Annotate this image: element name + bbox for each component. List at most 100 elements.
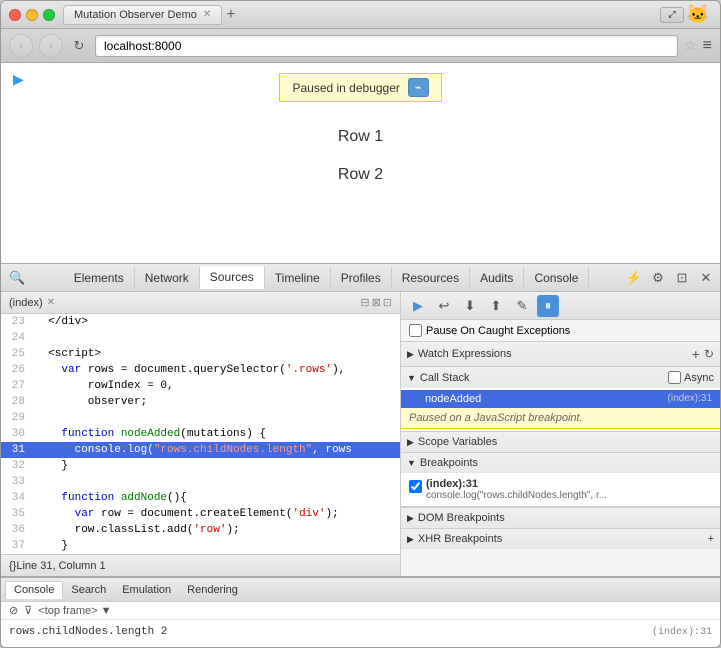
console-toolbar: ⊘ ⊽ <top frame> ▼: [1, 602, 720, 620]
resize-button[interactable]: ⤢: [660, 7, 684, 23]
console-tab-emulation[interactable]: Emulation: [114, 582, 179, 598]
code-line-29: 29: [1, 410, 400, 426]
call-stack-label: Call Stack: [420, 372, 470, 384]
resume-button[interactable]: ⌁: [408, 78, 429, 97]
async-checkbox[interactable]: [668, 371, 681, 384]
dom-breakpoints-section[interactable]: ▶ DOM Breakpoints: [401, 507, 720, 528]
xhr-breakpoints-label: XHR Breakpoints: [418, 533, 502, 545]
source-status-text: Line 31, Column 1: [16, 560, 105, 572]
frame-arrow-icon: ▼: [101, 605, 112, 617]
devtools-actions: ⚡ ⚙ ⊡ ✕: [624, 268, 716, 288]
breakpoint-code-1: console.log("rows.childNodes.length", r.…: [426, 490, 666, 501]
tab-elements[interactable]: Elements: [64, 267, 135, 289]
code-line-28: 28 observer;: [1, 394, 400, 410]
breakpoints-triangle-icon: ▼: [407, 458, 416, 468]
xhr-triangle-icon: ▶: [407, 534, 414, 545]
title-bar: Mutation Observer Demo ✕ + ⤢ 🐱: [1, 1, 720, 29]
pause-exception-checkbox[interactable]: [409, 324, 422, 337]
filter-console-button[interactable]: ⊽: [24, 604, 32, 617]
devtools-tab-bar: 🔍 Elements Network Sources Timeline Prof…: [1, 264, 720, 292]
watch-expressions-header[interactable]: ▶ Watch Expressions + ↻: [401, 342, 720, 366]
code-line-37: 37 }: [1, 538, 400, 554]
code-line-31: 31 console.log("rows.childNodes.length",…: [1, 442, 400, 458]
devtools-close[interactable]: ✕: [696, 268, 716, 288]
new-tab-button[interactable]: +: [226, 6, 235, 24]
code-line-30: 30 function nodeAdded(mutations) {: [1, 426, 400, 442]
window-controls: ⤢: [660, 7, 684, 23]
console-input[interactable]: [23, 644, 708, 648]
resume-debug-button[interactable]: ▶: [407, 295, 429, 317]
pause-button[interactable]: ⏸: [537, 295, 559, 317]
breakpoints-header[interactable]: ▼ Breakpoints: [401, 453, 720, 473]
tab-sources[interactable]: Sources: [200, 266, 265, 289]
breakpoint-file-1: (index):31: [426, 478, 712, 490]
devtools-settings[interactable]: ⚙: [648, 268, 668, 288]
code-area[interactable]: 23 </div> 24 25 <script> 26: [1, 314, 400, 554]
dom-breakpoints-label: DOM Breakpoints: [418, 512, 505, 524]
menu-button[interactable]: ≡: [703, 37, 712, 55]
source-status: {} Line 31, Column 1: [1, 554, 400, 576]
devtools-main: (index) ✕ ⊟ ⊠ ⊡ 23 </div>: [1, 292, 720, 576]
scope-variables-header[interactable]: ▶ Scope Variables: [401, 432, 720, 452]
page-area: ▶ Paused in debugger ⌁ Row 1 Row 2: [1, 63, 720, 263]
tab-network[interactable]: Network: [135, 267, 200, 289]
call-stack-header[interactable]: ▼ Call Stack Async: [401, 367, 720, 388]
bookmark-button[interactable]: ☆: [684, 37, 697, 54]
row-2: Row 2: [338, 166, 383, 184]
step-over-button[interactable]: ↩: [433, 295, 455, 317]
console-tab-console[interactable]: Console: [5, 581, 63, 599]
source-action-2[interactable]: ⊠: [372, 296, 381, 309]
close-button[interactable]: [9, 9, 21, 21]
console-log-ref: (index):31: [652, 627, 712, 638]
source-action-3[interactable]: ⊡: [383, 296, 392, 309]
tab-close-button[interactable]: ✕: [203, 9, 211, 20]
back-button[interactable]: ‹: [9, 34, 33, 58]
breakpoint-checkbox-1[interactable]: [409, 480, 422, 493]
code-line-27: 27 rowIndex = 0,: [1, 378, 400, 394]
tab-console[interactable]: Console: [524, 267, 589, 289]
console-input-line: ›: [9, 640, 712, 647]
tab-title: Mutation Observer Demo: [74, 9, 197, 21]
breakpoint-detail-1: (index):31 console.log("rows.childNodes.…: [426, 478, 712, 501]
tab-profiles[interactable]: Profiles: [331, 267, 392, 289]
xhr-breakpoints-section[interactable]: ▶ XHR Breakpoints +: [401, 528, 720, 549]
minimize-button[interactable]: [26, 9, 38, 21]
console-area: Console Search Emulation Rendering ⊘ ⊽ <…: [1, 576, 720, 647]
url-input[interactable]: localhost:8000: [95, 35, 678, 57]
tab-audits[interactable]: Audits: [470, 267, 524, 289]
step-out-button[interactable]: ⬆: [485, 295, 507, 317]
devtools-dock[interactable]: ⊡: [672, 268, 692, 288]
forward-button[interactable]: ›: [39, 34, 63, 58]
debug-toolbar: ▶ ↩ ⬇ ⬆ ✎ ⏸: [401, 292, 720, 320]
console-tab-rendering[interactable]: Rendering: [179, 582, 246, 598]
source-action-1[interactable]: ⊟: [360, 296, 369, 309]
frame-selector[interactable]: <top frame> ▼: [38, 605, 111, 617]
devtools-action-1[interactable]: ⚡: [624, 268, 644, 288]
pause-exception-row: Pause On Caught Exceptions: [401, 320, 720, 341]
watch-expressions-label: Watch Expressions: [418, 348, 512, 360]
debugger-text: Paused in debugger: [292, 81, 399, 95]
code-line-33: 33: [1, 474, 400, 490]
console-tab-search[interactable]: Search: [63, 582, 114, 598]
source-file-tab: (index) ✕ ⊟ ⊠ ⊡: [1, 292, 400, 314]
tab-timeline[interactable]: Timeline: [265, 267, 331, 289]
deactivate-button[interactable]: ✎: [511, 295, 533, 317]
clear-console-button[interactable]: ⊘: [9, 604, 18, 617]
step-into-button[interactable]: ⬇: [459, 295, 481, 317]
xhr-add-button[interactable]: +: [708, 533, 714, 545]
debugger-bar: Paused in debugger ⌁: [279, 73, 441, 102]
call-stack-item-node-added[interactable]: nodeAdded (index):31: [401, 390, 720, 408]
browser-tab[interactable]: Mutation Observer Demo ✕: [63, 5, 222, 25]
maximize-button[interactable]: [43, 9, 55, 21]
console-content: rows.childNodes.length 2 (index):31 ›: [1, 620, 720, 647]
watch-add-button[interactable]: +: [692, 346, 700, 362]
console-log-line-1: rows.childNodes.length 2 (index):31: [9, 624, 712, 640]
refresh-button[interactable]: ↻: [69, 36, 89, 56]
watch-refresh-button[interactable]: ↻: [704, 347, 714, 361]
tab-resources[interactable]: Resources: [392, 267, 470, 289]
code-line-24: 24: [1, 330, 400, 346]
code-line-23: 23 </div>: [1, 314, 400, 330]
source-file-close[interactable]: ✕: [47, 297, 55, 308]
devtools-panel: 🔍 Elements Network Sources Timeline Prof…: [1, 263, 720, 647]
devtools-search-icon[interactable]: 🔍: [5, 270, 29, 286]
